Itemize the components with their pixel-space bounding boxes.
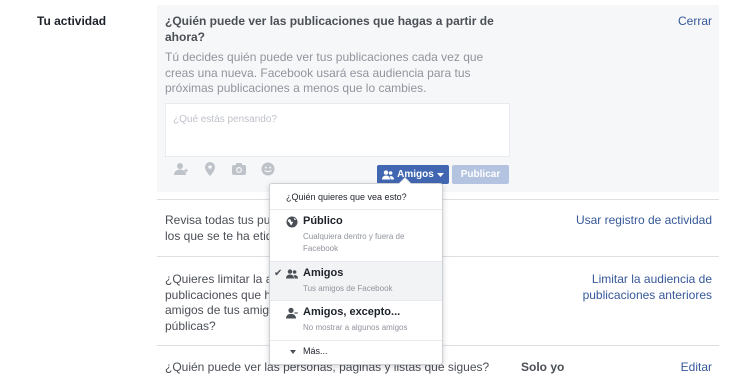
option-title: Amigos, excepto...: [303, 306, 401, 318]
post-composer: ¿Qué estás pensando? Amigos Publicar: [165, 103, 510, 186]
composer-input[interactable]: ¿Qué estás pensando?: [165, 103, 510, 157]
dropdown-header: ¿Quién quieres que vea esto?: [286, 192, 407, 202]
audience-option-public[interactable]: Público Cualquiera dentro y fuera de Fac…: [270, 209, 442, 261]
camera-icon[interactable]: [231, 161, 247, 177]
limit-past-posts-link[interactable]: Limitar la audiencia de publicaciones an…: [583, 272, 712, 303]
caret-down-icon: [290, 350, 296, 354]
feeling-icon[interactable]: [260, 161, 276, 177]
checkmark-icon: ✔: [274, 268, 283, 279]
friends-icon: [286, 269, 298, 279]
tag-people-icon[interactable]: [173, 161, 189, 177]
expanded-setting-panel: ¿Quién puede ver las publicaciones que h…: [157, 5, 719, 192]
setting-question: ¿Quién puede ver las publicaciones que h…: [165, 14, 494, 44]
activity-log-link[interactable]: Usar registro de actividad: [576, 213, 712, 229]
close-link[interactable]: Cerrar: [678, 14, 712, 28]
composer-icon-bar: [173, 161, 276, 177]
setting-row-text: Revisa todas tus publi los que se te ha …: [165, 213, 286, 243]
more-options-item[interactable]: Más...: [270, 340, 442, 363]
publish-button[interactable]: Publicar: [452, 165, 509, 184]
friends-icon: [382, 169, 395, 179]
edit-link[interactable]: Editar: [681, 360, 712, 376]
audience-option-friends-except[interactable]: Amigos, excepto... No mostrar a algunos …: [270, 300, 442, 340]
option-title: Amigos: [303, 267, 344, 279]
audience-selector-button[interactable]: Amigos: [377, 165, 449, 184]
friend-except-icon: [286, 307, 298, 319]
option-subtitle: Cualquiera dentro y fuera de Facebook: [303, 232, 405, 253]
option-title: Público: [303, 215, 343, 227]
option-subtitle: Tus amigos de Facebook: [303, 284, 393, 293]
setting-current-value: Solo yo: [521, 360, 565, 374]
section-label-tu-actividad: Tu actividad: [37, 14, 107, 28]
audience-option-friends[interactable]: ✔ Amigos Tus amigos de Facebook: [270, 261, 442, 300]
globe-icon: [286, 216, 298, 228]
dropdown-caret: [398, 177, 412, 184]
setting-description: Tú decides quién puede ver tus publicaci…: [165, 50, 484, 95]
option-subtitle: No mostrar a algunos amigos: [303, 323, 408, 332]
location-icon[interactable]: [202, 161, 218, 177]
setting-row-text: ¿Quieres limitar la aud publicaciones qu…: [165, 272, 286, 333]
caret-down-icon: [436, 172, 444, 177]
audience-dropdown-menu: ¿Quién quieres que vea esto? Público Cua…: [269, 177, 443, 365]
composer-placeholder: ¿Qué estás pensando?: [173, 114, 277, 125]
more-options-label: Más...: [303, 346, 328, 356]
